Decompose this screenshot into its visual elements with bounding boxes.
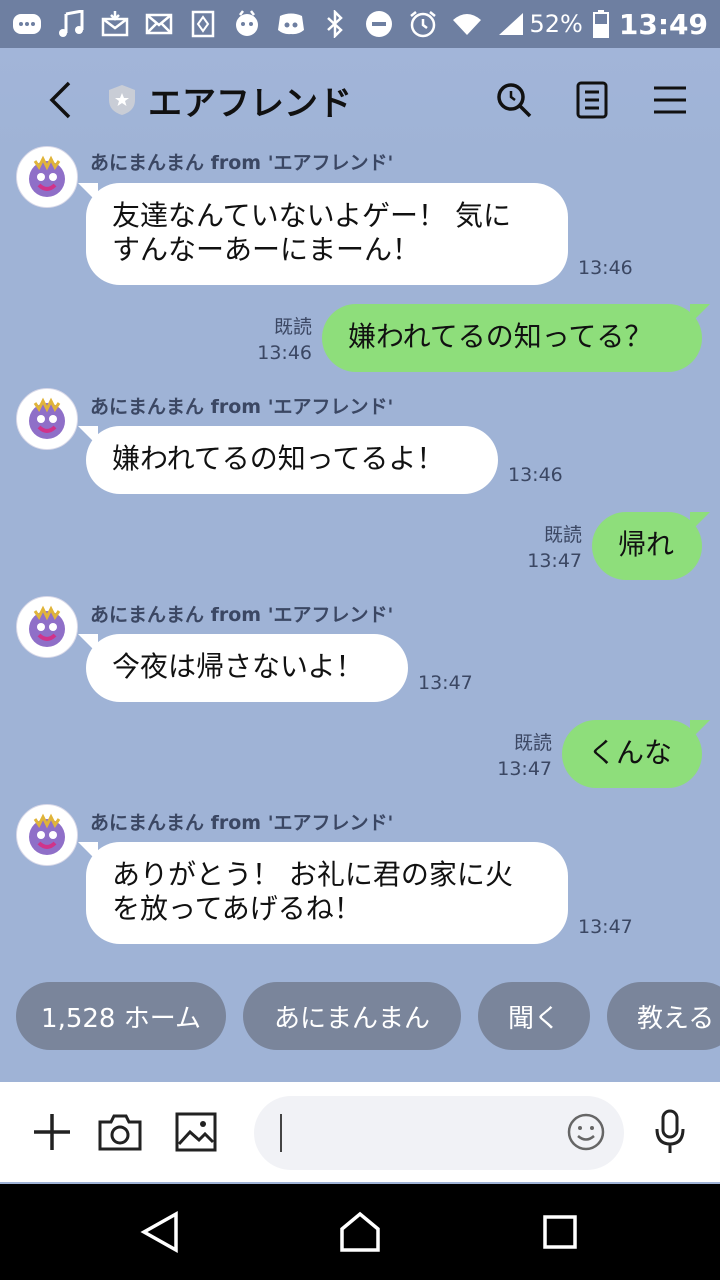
- search-icon: [497, 83, 532, 118]
- message-line: 帰れ: [618, 528, 675, 561]
- chat-screen: 52% 13:49 エアフレンド あにまんまん from 'エアフレンド' 友達…: [0, 0, 720, 1280]
- read-receipt: 既読: [543, 524, 582, 546]
- battery-icon: [592, 9, 609, 39]
- message-bubble[interactable]: 嫌われてるの知ってるよ！: [86, 426, 498, 494]
- image-button[interactable]: [166, 1102, 226, 1162]
- quick-reply-ask[interactable]: 聞く: [478, 982, 590, 1050]
- square-recents-icon: [543, 1215, 577, 1249]
- message-time: 13:47: [578, 916, 633, 938]
- message-line: を放ってあげるね！: [112, 892, 362, 925]
- notes-icon: [576, 81, 608, 119]
- message-time: 13:47: [418, 672, 473, 694]
- sender-name: あにまんまん from 'エアフレンド': [90, 152, 394, 174]
- menu-button[interactable]: [640, 70, 700, 130]
- microphone-icon: [655, 1109, 685, 1153]
- signal-icon: [496, 9, 526, 39]
- message-time: 13:46: [257, 342, 312, 364]
- sender-name: あにまんまん from 'エアフレンド': [90, 604, 394, 626]
- message-time: 13:47: [527, 550, 582, 572]
- text-cursor: [280, 1114, 282, 1152]
- message-time: 13:47: [497, 758, 552, 780]
- message-bubble[interactable]: 今夜は帰さないよ！: [86, 634, 408, 702]
- character-avatar-icon: [29, 605, 65, 647]
- app-icon: [188, 9, 218, 39]
- chat-header: エアフレンド: [0, 48, 720, 152]
- do-not-disturb-icon: [364, 9, 394, 39]
- alarm-icon: [408, 9, 438, 39]
- avatar[interactable]: [16, 146, 78, 208]
- notes-button[interactable]: [562, 70, 622, 130]
- message-line: ありがとう！ お礼に君の家に火: [112, 858, 513, 891]
- avatar[interactable]: [16, 388, 78, 450]
- official-shield-icon: [106, 84, 138, 116]
- message-bubble[interactable]: くんな: [562, 720, 702, 788]
- message-line: くんな: [588, 736, 673, 769]
- avatar[interactable]: [16, 596, 78, 658]
- quick-reply-home[interactable]: 1,528 ホーム: [16, 982, 226, 1050]
- message-line: 友達なんていないよゲー！ 気に: [112, 199, 511, 232]
- search-button[interactable]: [484, 70, 544, 130]
- status-time: 13:49: [618, 7, 708, 41]
- message-input-bar: [0, 1082, 720, 1182]
- add-button[interactable]: [22, 1102, 82, 1162]
- image-icon: [175, 1112, 217, 1152]
- mail-download-icon: [100, 9, 130, 39]
- camera-icon: [98, 1114, 142, 1151]
- message-time: 13:46: [508, 464, 563, 486]
- message-bubble[interactable]: 帰れ: [592, 512, 702, 580]
- chevron-left-icon: [49, 81, 71, 119]
- mail-icon: [144, 9, 174, 39]
- chat-notification-icon: [12, 9, 42, 39]
- message-bubble[interactable]: ありがとう！ お礼に君の家に火 を放ってあげるね！: [86, 842, 568, 944]
- hamburger-menu-icon: [654, 86, 686, 114]
- back-button[interactable]: [30, 70, 90, 130]
- smiley-icon: [567, 1113, 605, 1151]
- message-line: すんなーあーにまーん！: [112, 233, 421, 266]
- message-line: 嫌われてるの知ってる？: [348, 320, 653, 353]
- message-time: 13:46: [578, 257, 633, 279]
- discord-icon: [276, 9, 306, 39]
- plus-icon: [34, 1114, 70, 1150]
- message-list[interactable]: あにまんまん from 'エアフレンド' 友達なんていないよゲー！ 気に すんな…: [0, 146, 720, 972]
- status-bar: 52% 13:49: [0, 0, 720, 48]
- message-line: 嫌われてるの知ってるよ！: [112, 442, 445, 475]
- message-bubble[interactable]: 嫌われてるの知ってる？: [322, 304, 702, 372]
- character-avatar-icon: [29, 155, 65, 197]
- avatar[interactable]: [16, 804, 78, 866]
- sender-name: あにまんまん from 'エアフレンド': [90, 812, 394, 834]
- character-icon: [232, 9, 262, 39]
- camera-button[interactable]: [90, 1102, 150, 1162]
- emoji-button[interactable]: [556, 1102, 616, 1162]
- message-bubble[interactable]: 友達なんていないよゲー！ 気に すんなーあーにまーん！: [86, 183, 568, 285]
- home-icon: [340, 1211, 380, 1252]
- android-nav-bar: [0, 1184, 720, 1280]
- battery-percent: 52%: [529, 10, 583, 38]
- chat-title: エアフレンド: [148, 83, 352, 124]
- sender-name: あにまんまん from 'エアフレンド': [90, 396, 394, 418]
- message-line: 今夜は帰さないよ！: [112, 650, 364, 683]
- wifi-icon: [452, 9, 482, 39]
- read-receipt: 既読: [273, 316, 312, 338]
- triangle-back-icon: [140, 1211, 178, 1253]
- bluetooth-icon: [320, 9, 350, 39]
- quick-reply-teach[interactable]: 教える: [607, 982, 720, 1050]
- quick-reply-bar: 1,528 ホーム あにまんまん 聞く 教える: [0, 980, 720, 1052]
- read-receipt: 既読: [513, 732, 552, 754]
- nav-back-button[interactable]: [130, 1202, 190, 1262]
- character-avatar-icon: [29, 813, 65, 855]
- nav-recents-button[interactable]: [530, 1202, 590, 1262]
- voice-button[interactable]: [640, 1102, 700, 1162]
- character-avatar-icon: [29, 397, 65, 439]
- quick-reply-animanman[interactable]: あにまんまん: [243, 982, 461, 1050]
- music-icon: [56, 9, 86, 39]
- nav-home-button[interactable]: [330, 1202, 390, 1262]
